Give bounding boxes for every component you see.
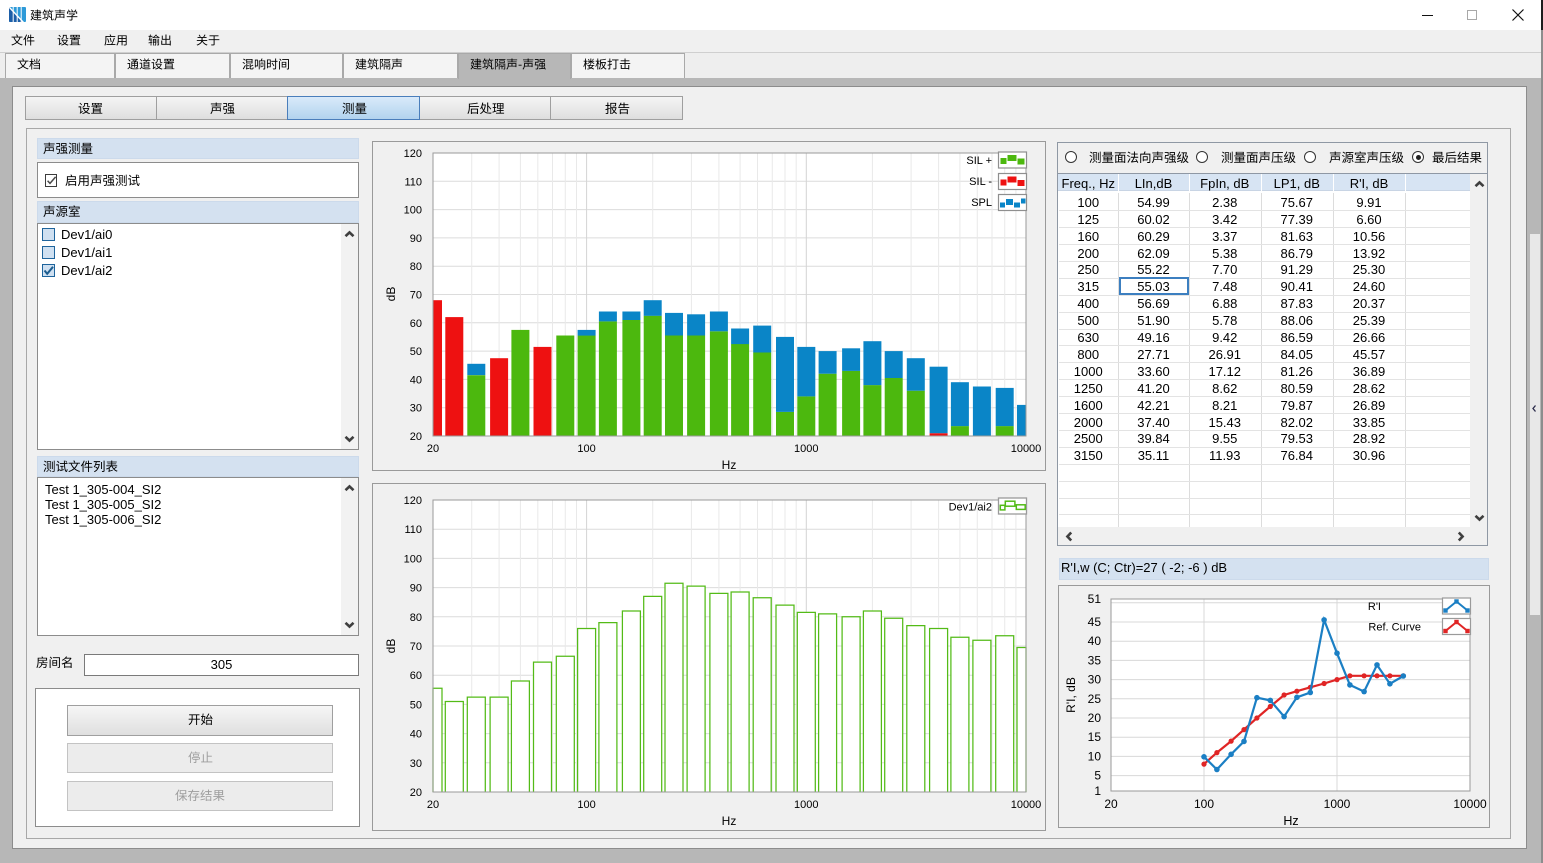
svg-text:120: 120 xyxy=(404,148,422,160)
svg-text:10000: 10000 xyxy=(1453,797,1487,811)
svg-text:Hz: Hz xyxy=(1283,814,1298,828)
svg-text:5: 5 xyxy=(1094,769,1101,783)
svg-text:25: 25 xyxy=(1088,692,1102,706)
svg-text:100: 100 xyxy=(1194,797,1214,811)
svg-text:SIL -: SIL - xyxy=(969,176,992,188)
svg-text:70: 70 xyxy=(410,641,422,653)
svg-text:15: 15 xyxy=(1088,730,1102,744)
svg-text:40: 40 xyxy=(410,729,422,741)
svg-text:90: 90 xyxy=(410,583,422,595)
svg-text:20: 20 xyxy=(410,431,422,443)
svg-text:70: 70 xyxy=(410,290,422,302)
svg-text:100: 100 xyxy=(404,553,422,565)
svg-text:dB: dB xyxy=(384,287,398,302)
svg-text:80: 80 xyxy=(410,612,422,624)
svg-text:100: 100 xyxy=(577,443,595,455)
svg-text:30: 30 xyxy=(1088,673,1102,687)
svg-text:10000: 10000 xyxy=(1011,799,1042,811)
svg-text:30: 30 xyxy=(410,758,422,770)
svg-text:R'I: R'I xyxy=(1368,601,1381,613)
svg-text:120: 120 xyxy=(404,495,422,507)
svg-text:20: 20 xyxy=(1104,797,1118,811)
svg-text:45: 45 xyxy=(1088,615,1102,629)
svg-text:1: 1 xyxy=(1094,784,1101,798)
svg-text:10: 10 xyxy=(1088,749,1102,763)
svg-text:SPL: SPL xyxy=(971,197,992,209)
svg-text:51: 51 xyxy=(1088,592,1102,606)
svg-text:40: 40 xyxy=(410,374,422,386)
svg-text:35: 35 xyxy=(1088,653,1102,667)
svg-text:20: 20 xyxy=(427,799,439,811)
svg-text:60: 60 xyxy=(410,318,422,330)
svg-text:100: 100 xyxy=(404,205,422,217)
svg-text:30: 30 xyxy=(410,403,422,415)
svg-text:20: 20 xyxy=(1088,711,1102,725)
svg-text:100: 100 xyxy=(577,799,595,811)
svg-text:Ref. Curve: Ref. Curve xyxy=(1368,622,1421,634)
svg-text:Hz: Hz xyxy=(722,814,737,828)
svg-text:1000: 1000 xyxy=(794,443,818,455)
svg-text:50: 50 xyxy=(410,699,422,711)
svg-text:10000: 10000 xyxy=(1011,443,1042,455)
svg-text:1000: 1000 xyxy=(794,799,818,811)
svg-text:20: 20 xyxy=(427,443,439,455)
svg-text:50: 50 xyxy=(410,346,422,358)
svg-text:90: 90 xyxy=(410,233,422,245)
svg-text:Dev1/ai2: Dev1/ai2 xyxy=(949,502,992,514)
svg-text:60: 60 xyxy=(410,670,422,682)
svg-text:110: 110 xyxy=(404,524,422,536)
svg-text:80: 80 xyxy=(410,261,422,273)
svg-text:20: 20 xyxy=(410,787,422,799)
svg-text:40: 40 xyxy=(1088,634,1102,648)
svg-text:110: 110 xyxy=(404,176,422,188)
svg-text:dB: dB xyxy=(384,639,398,654)
svg-text:1000: 1000 xyxy=(1324,797,1351,811)
svg-text:SIL +: SIL + xyxy=(966,155,992,167)
svg-text:R'I, dB: R'I, dB xyxy=(1064,677,1078,713)
svg-text:Hz: Hz xyxy=(722,458,737,472)
